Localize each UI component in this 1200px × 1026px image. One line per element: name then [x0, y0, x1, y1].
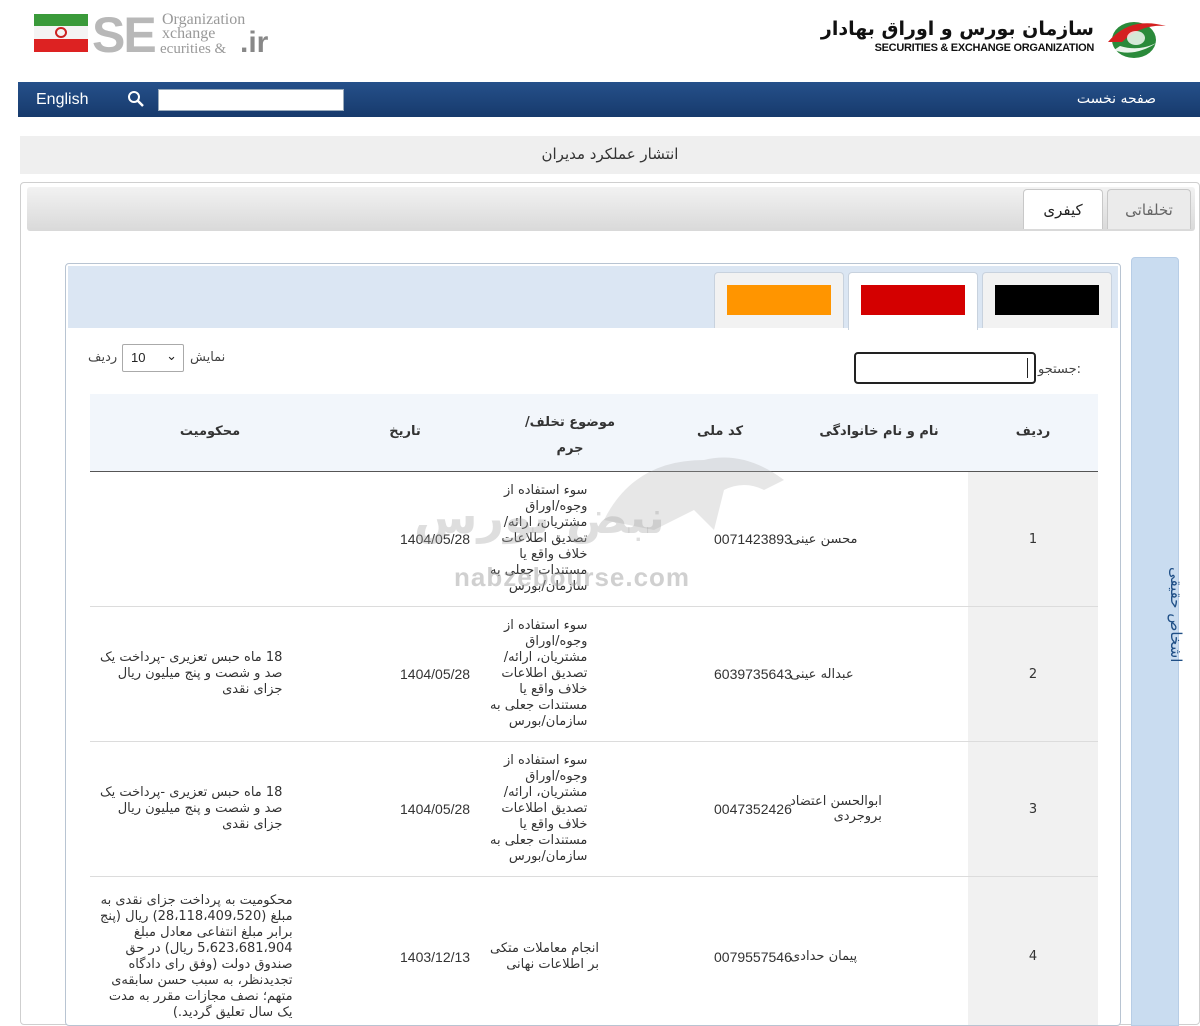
color-tab-black[interactable]	[982, 272, 1112, 328]
show-label: نمایش	[190, 350, 226, 365]
row-name: محسن عینی	[790, 531, 858, 547]
color-tabs-bar	[68, 266, 1118, 330]
rows-label: ردیف	[88, 350, 118, 365]
main-panel: کیفری تخلفاتی اشخاص حقیقی ردیف 10 ⌄ نمای…	[20, 182, 1200, 1026]
col-header-date[interactable]: تاریخ	[330, 394, 480, 472]
seo-logo-letters: SE	[92, 7, 157, 63]
page-title-bar: انتشار عملکرد مدیران	[20, 136, 1200, 174]
site-search-input[interactable]	[158, 89, 344, 111]
row-national-code: 0079557546	[714, 948, 792, 965]
row-index: 1	[968, 472, 1098, 606]
iran-flag-icon	[34, 14, 88, 52]
color-tab-orange[interactable]	[714, 272, 844, 328]
red-swatch	[861, 285, 965, 315]
side-tab-natural-persons[interactable]: اشخاص حقیقی	[1131, 257, 1185, 1026]
black-swatch	[995, 285, 1099, 315]
tabs-strip	[27, 187, 1195, 231]
row-subject: سوء استفاده از وجوه/اوراق مشتریان، ارائه/ت…	[490, 618, 588, 729]
page-size-select[interactable]: 10 ⌄	[122, 344, 184, 372]
row-national-code: 0047352426	[714, 801, 792, 817]
tab-criminal[interactable]: کیفری	[1023, 189, 1103, 229]
row-date: 1404/05/28	[400, 531, 471, 547]
table-row: 3 ابوالحسن اعتضاد بروجردی 0047352426 سوء …	[90, 742, 1098, 877]
row-index: 2	[968, 607, 1098, 741]
page-title: انتشار عملکرد مدیران	[541, 145, 679, 163]
org-name-fa: سازمان بورس و اوراق بهادار	[820, 18, 1094, 40]
table-row: 4 پیمان حدادی 0079557546 انجام معاملات م…	[90, 877, 1098, 1025]
row-national-code: 0071423893	[714, 531, 792, 547]
row-date: 1404/05/28	[400, 666, 471, 682]
orange-swatch	[727, 285, 831, 315]
row-verdict: 18 ماه حبس تعزیری -پرداخت یک صد و شصت و پ…	[100, 650, 283, 697]
table-header: ردیف نام و نام خانوادگی کد ملی موضوع تخل…	[90, 394, 1098, 472]
row-name: ابوالحسن اعتضاد بروجردی	[790, 794, 882, 824]
table-search-input[interactable]	[854, 352, 1036, 384]
col-header-name[interactable]: نام و نام خانوادگی	[790, 394, 968, 472]
table-row: 2 عبداله عینی 6039735643 سوء استفاده از و…	[90, 607, 1098, 742]
chevron-down-icon: ⌄	[166, 348, 177, 363]
col-header-index[interactable]: ردیف	[968, 394, 1098, 472]
search-icon[interactable]	[126, 89, 146, 109]
table-row: 1 محسن عینی 0071423893 سوء استفاده از وجو…	[90, 472, 1098, 607]
row-index: 4	[968, 877, 1098, 1025]
row-national-code: 6039735643	[714, 666, 792, 682]
col-header-code[interactable]: کد ملی	[650, 394, 790, 472]
seo-logo-domain: .ir	[240, 26, 269, 59]
tab-violations[interactable]: تخلفاتی	[1107, 189, 1191, 229]
org-name-en: SECURITIES & EXCHANGE ORGANIZATION	[874, 42, 1095, 54]
row-subject: سوء استفاده از وجوه/اوراق مشتریان، ارائه/ت…	[490, 483, 588, 594]
row-subject: سوء استفاده از وجوه/اوراق مشتریان، ارائه/ت…	[490, 753, 588, 864]
row-subject: انجام معاملات متکی بر اطلاعات نهانی	[490, 940, 599, 972]
table-search-label: جستجو:	[1038, 362, 1082, 377]
row-name: پیمان حدادی	[790, 949, 858, 964]
row-verdict: 18 ماه حبس تعزیری -پرداخت یک صد و شصت و پ…	[100, 785, 283, 832]
org-emblem-icon	[1108, 22, 1166, 58]
row-date: 1403/12/13	[400, 948, 471, 965]
row-index: 3	[968, 742, 1098, 876]
home-link[interactable]: صفحه نخست	[1077, 91, 1156, 107]
side-tab-label: اشخاص حقیقی	[1167, 567, 1185, 663]
col-header-subject[interactable]: موضوع تخلف/ جرم	[490, 394, 650, 472]
content-panel: ردیف 10 ⌄ نمایش جستجو: ردیف نام و نام خا…	[65, 263, 1121, 1026]
row-name: عبداله عینی	[790, 666, 854, 682]
row-verdict: محکومیت به پرداخت جزای نقدی به مبلغ (28،1…	[100, 892, 293, 1020]
row-verdict	[90, 472, 380, 606]
results-table: ردیف نام و نام خانوادگی کد ملی موضوع تخل…	[90, 394, 1098, 1025]
english-link[interactable]: English	[36, 91, 88, 109]
row-date: 1404/05/28	[400, 801, 471, 817]
seo-ir-logo[interactable]: SE Organization xchange ecurities & .ir	[34, 7, 284, 63]
top-navbar: English صفحه نخست	[18, 82, 1200, 117]
site-header: SE Organization xchange ecurities & .ir …	[0, 0, 1200, 82]
sec-org-logo[interactable]: سازمان بورس و اوراق بهادار SECURITIES & …	[821, 12, 1186, 64]
color-tab-red[interactable]	[848, 272, 978, 330]
col-header-verdict[interactable]: محکومیت	[90, 394, 330, 472]
